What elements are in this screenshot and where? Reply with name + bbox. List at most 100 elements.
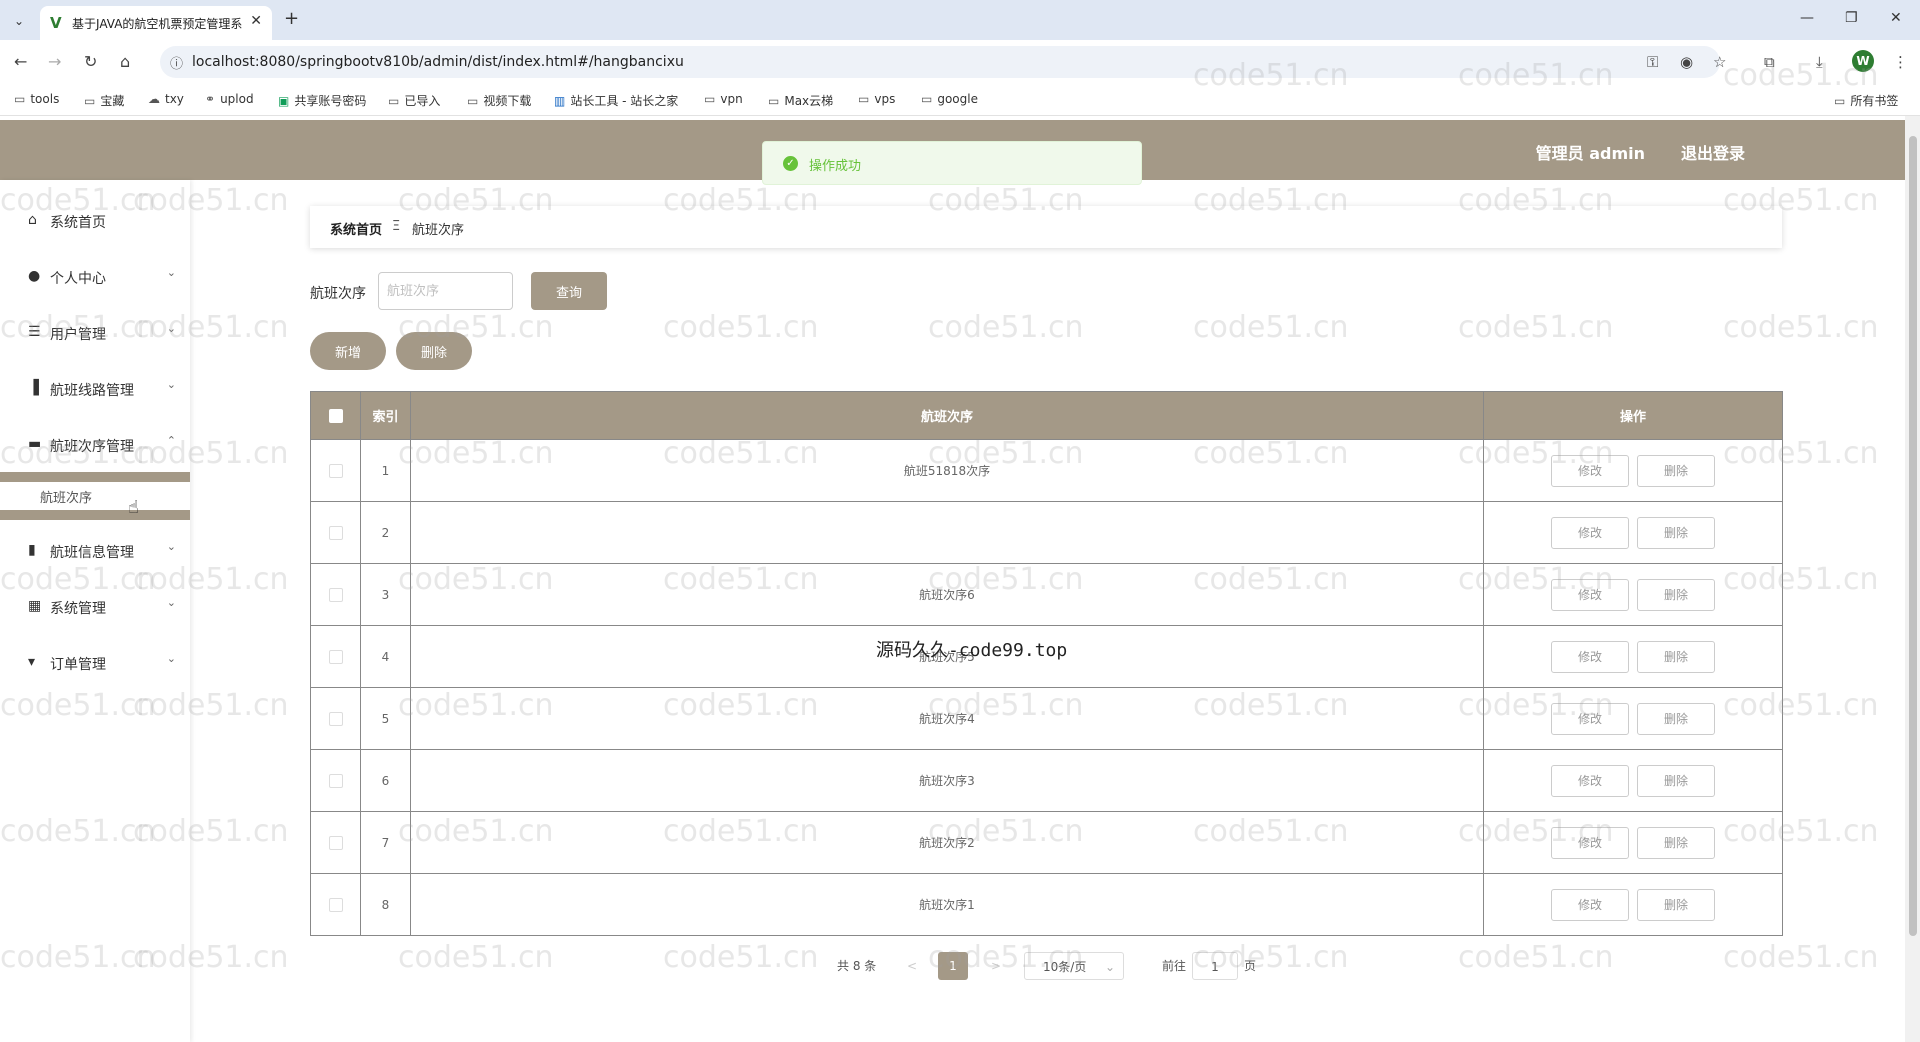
add-button[interactable]: 新增 <box>310 332 386 370</box>
edit-button[interactable]: 修改 <box>1551 516 1629 549</box>
sidebar-item-orders[interactable]: ▾ 订单管理 ⌄ <box>0 642 190 682</box>
key-icon[interactable]: ⚿ <box>1647 53 1658 71</box>
prev-page-button[interactable]: < <box>898 952 926 980</box>
goto-page-input[interactable]: 1 <box>1192 952 1238 980</box>
sidebar-item-profile[interactable]: ● 个人中心 ⌄ <box>0 256 190 296</box>
list-icon: ☰ <box>28 324 41 340</box>
row-checkbox[interactable] <box>328 711 343 726</box>
sidebar-item-users[interactable]: ☰ 用户管理 ⌄ <box>0 312 190 352</box>
bookmark-item[interactable]: ▭ 宝藏 <box>84 92 124 109</box>
sidebar-item-routes[interactable]: ▐ 航班线路管理 ⌄ <box>0 368 190 408</box>
chevron-down-icon: ⌄ <box>166 652 176 665</box>
breadcrumb-current: 航班次序 <box>412 223 465 238</box>
bookmark-item[interactable]: ▭ 已导入 <box>388 92 440 109</box>
bookmark-item[interactable]: ☁ txy <box>148 92 184 106</box>
restore-icon[interactable]: ❐ <box>1845 10 1858 26</box>
close-window-icon[interactable]: ✕ <box>1890 10 1902 26</box>
search-input[interactable] <box>378 272 513 310</box>
name-cell: 航班51818次序 <box>410 439 1484 502</box>
index-cell: 8 <box>360 873 411 936</box>
home-icon[interactable]: ⌂ <box>120 52 130 71</box>
sidebar-subitem-flight-order[interactable]: 航班次序 <box>0 472 190 520</box>
row-checkbox[interactable] <box>328 525 343 540</box>
row-checkbox[interactable] <box>328 897 343 912</box>
sidebar-item-label: 航班次序管理 <box>50 439 134 455</box>
scroll-thumb[interactable] <box>1909 136 1917 936</box>
site-info-icon[interactable]: ⓘ <box>170 53 183 72</box>
row-checkbox[interactable] <box>328 835 343 850</box>
bulk-delete-button[interactable]: 删除 <box>396 332 472 370</box>
reload-icon[interactable]: ↻ <box>84 52 97 71</box>
bookmark-item[interactable]: ⚭ uplod <box>205 92 254 106</box>
sidebar-item-flight-info[interactable]: ▮ 航班信息管理 ⌄ <box>0 530 190 570</box>
edit-button[interactable]: 修改 <box>1551 764 1629 797</box>
edit-button[interactable]: 修改 <box>1551 578 1629 611</box>
home-icon: ⌂ <box>28 212 37 228</box>
all-bookmarks[interactable]: ▭ 所有书签 <box>1834 92 1898 109</box>
index-cell: 7 <box>360 811 411 874</box>
ops-cell: 修改 删除 <box>1483 873 1783 936</box>
screenshot-icon[interactable]: ◉ <box>1680 53 1693 71</box>
select-all-cell <box>310 391 361 440</box>
bookmark-item[interactable]: ▭ google <box>921 92 978 106</box>
edit-button[interactable]: 修改 <box>1551 826 1629 859</box>
bookmark-item[interactable]: ▥ 站长工具 - 站长之家 <box>554 92 678 109</box>
edit-button[interactable]: 修改 <box>1551 888 1629 921</box>
tab-list-icon[interactable]: ⌄ <box>8 10 30 32</box>
delete-button[interactable]: 删除 <box>1637 516 1715 549</box>
folder-icon: ▭ <box>14 92 26 106</box>
select-all-checkbox[interactable] <box>328 408 343 423</box>
page-number[interactable]: 1 <box>938 952 968 980</box>
name-cell: 航班次序4 <box>410 687 1484 750</box>
back-icon[interactable]: ← <box>14 52 27 71</box>
row-checkbox[interactable] <box>328 649 343 664</box>
index-cell: 5 <box>360 687 411 750</box>
delete-button[interactable]: 删除 <box>1637 454 1715 487</box>
extensions-icon[interactable]: ⧉ <box>1764 53 1775 71</box>
edit-button[interactable]: 修改 <box>1551 640 1629 673</box>
browser-tab[interactable]: V 基于JAVA的航空机票预定管理系统 ✕ <box>40 6 272 40</box>
download-icon[interactable]: ⤓ <box>1816 53 1823 71</box>
delete-button[interactable]: 删除 <box>1637 764 1715 797</box>
ops-cell: 修改 删除 <box>1483 687 1783 750</box>
sidebar-item-flight-order[interactable]: ▬ 航班次序管理 ⌃ <box>0 424 190 464</box>
bookmark-item[interactable]: ▣ 共享账号密码 <box>278 92 366 109</box>
table-row: 1 航班51818次序 修改 删除 <box>310 439 1783 502</box>
logout-button[interactable]: 退出登录 <box>1681 140 1745 164</box>
bookmark-item[interactable]: ▭ tools <box>14 92 59 106</box>
chevron-down-icon: ⌄ <box>1104 960 1115 974</box>
bookmark-item[interactable]: ▭ Max云梯 <box>768 92 833 109</box>
query-button[interactable]: 查询 <box>531 272 607 310</box>
sidebar-item-system[interactable]: ▦ 系统管理 ⌄ <box>0 586 190 626</box>
new-tab-icon[interactable]: + <box>284 8 299 29</box>
row-checkbox[interactable] <box>328 463 343 478</box>
edit-button[interactable]: 修改 <box>1551 454 1629 487</box>
delete-button[interactable]: 删除 <box>1637 826 1715 859</box>
edit-button[interactable]: 修改 <box>1551 702 1629 735</box>
url-field[interactable]: ⓘ localhost:8080/springbootv810b/admin/d… <box>160 46 1720 78</box>
overlay-text: 源码久久-code99.top <box>876 640 1068 661</box>
row-checkbox[interactable] <box>328 773 343 788</box>
bookmark-item[interactable]: ▭ vps <box>858 92 895 106</box>
next-page-button[interactable]: > <box>982 952 1010 980</box>
chevron-up-icon: ⌃ <box>166 434 176 447</box>
forward-icon[interactable]: → <box>48 52 61 71</box>
delete-button[interactable]: 删除 <box>1637 640 1715 673</box>
page-size-select[interactable]: 10条/页 ⌄ <box>1024 952 1124 980</box>
tab-close-icon[interactable]: ✕ <box>250 13 262 29</box>
row-checkbox[interactable] <box>328 587 343 602</box>
breadcrumb-home[interactable]: 系统首页 <box>330 219 382 238</box>
bookmark-item[interactable]: ▭ vpn <box>704 92 743 106</box>
sidebar-item-home[interactable]: ⌂ 系统首页 <box>0 200 190 240</box>
profile-avatar[interactable]: W <box>1852 50 1874 72</box>
ops-cell: 修改 删除 <box>1483 501 1783 564</box>
menu-icon[interactable]: ⋮ <box>1893 53 1908 71</box>
page-scrollbar[interactable] <box>1905 116 1920 1042</box>
star-icon[interactable]: ☆ <box>1713 53 1726 71</box>
delete-button[interactable]: 删除 <box>1637 888 1715 921</box>
index-cell: 2 <box>360 501 411 564</box>
bookmark-item[interactable]: ▭ 视频下载 <box>467 92 531 109</box>
minimize-icon[interactable]: — <box>1800 10 1814 26</box>
delete-button[interactable]: 删除 <box>1637 578 1715 611</box>
delete-button[interactable]: 删除 <box>1637 702 1715 735</box>
